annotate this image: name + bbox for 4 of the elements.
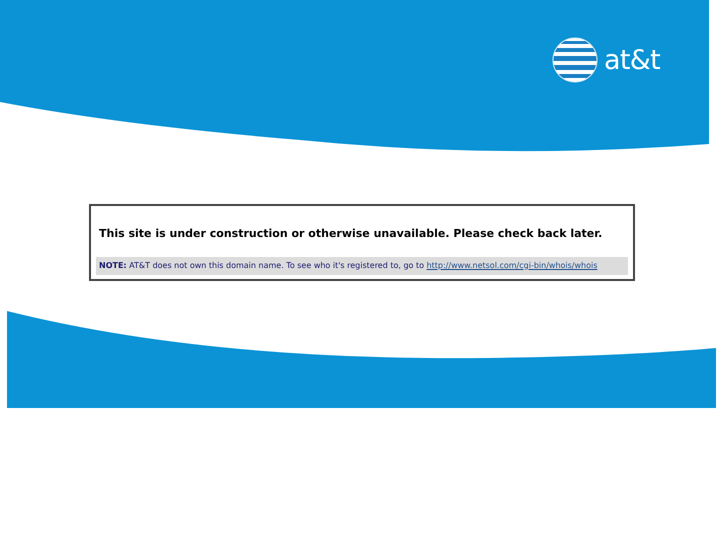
logo-text: at&t bbox=[604, 46, 660, 74]
note-text: NOTE: AT&T does not own this domain name. To see who it's registered to, go to http://www.netsol.com/cgi-bin/whois/whois bbox=[99, 260, 598, 270]
whois-link[interactable]: http://www.netsol.com/cgi-bin/whois/whois bbox=[426, 260, 598, 270]
message-text: This site is under construction or otherwise unavailable. Please check back later. bbox=[98, 226, 604, 242]
